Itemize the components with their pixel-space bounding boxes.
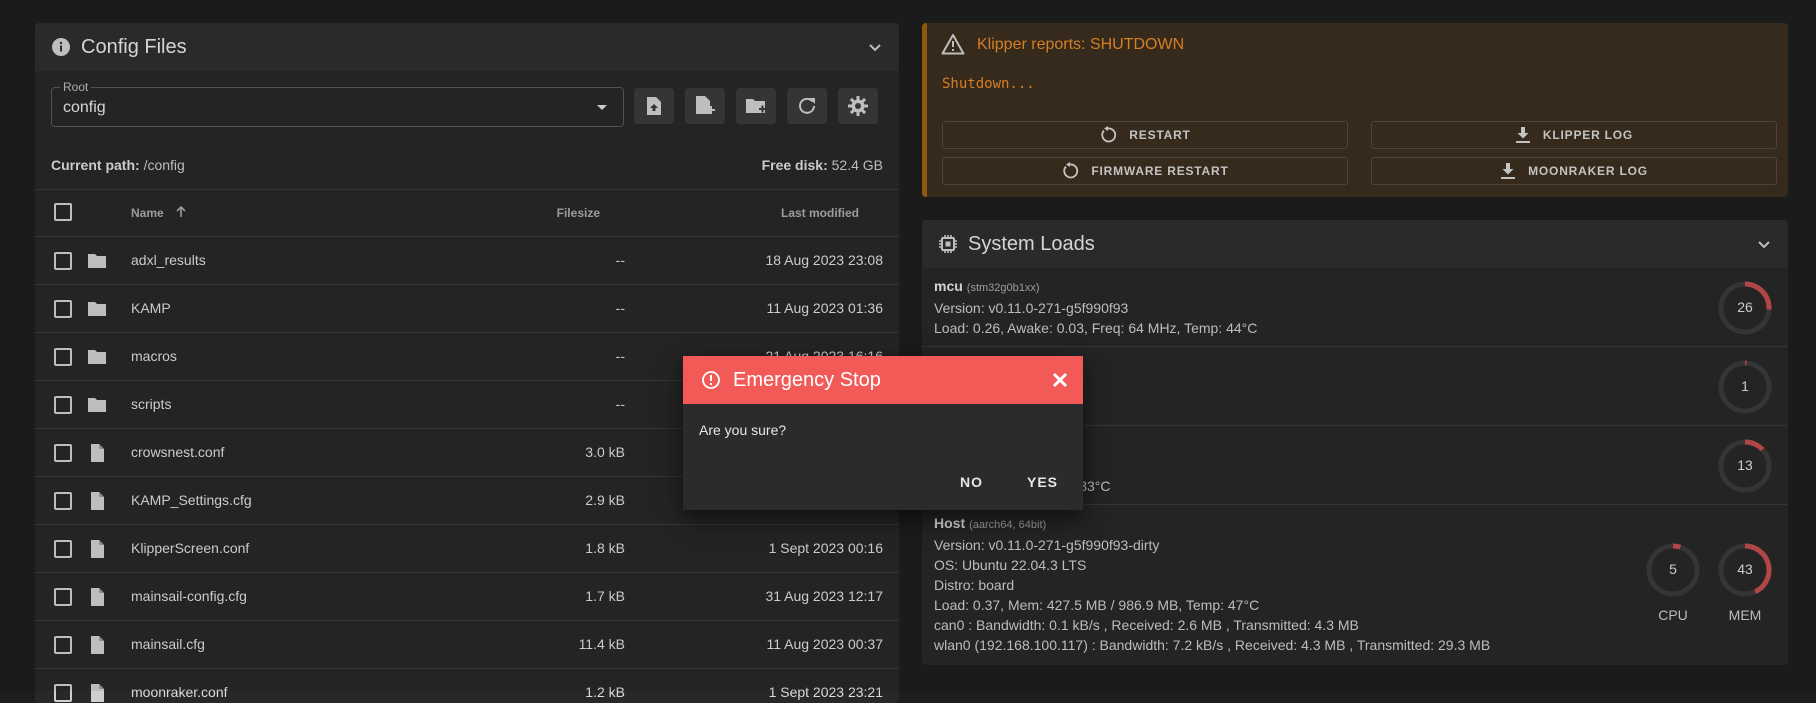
dialog-message: Are you sure? <box>699 422 786 438</box>
alert-circle-icon <box>701 370 721 390</box>
dialog-overlay <box>0 0 1816 691</box>
yes-button[interactable]: YES <box>1027 474 1058 490</box>
emergency-stop-dialog: Emergency Stop Are you sure? NO YES <box>683 356 1083 510</box>
close-icon[interactable] <box>1051 371 1069 389</box>
dialog-header: Emergency Stop <box>683 356 1083 404</box>
no-button[interactable]: NO <box>960 474 983 490</box>
dialog-title: Emergency Stop <box>733 369 881 392</box>
